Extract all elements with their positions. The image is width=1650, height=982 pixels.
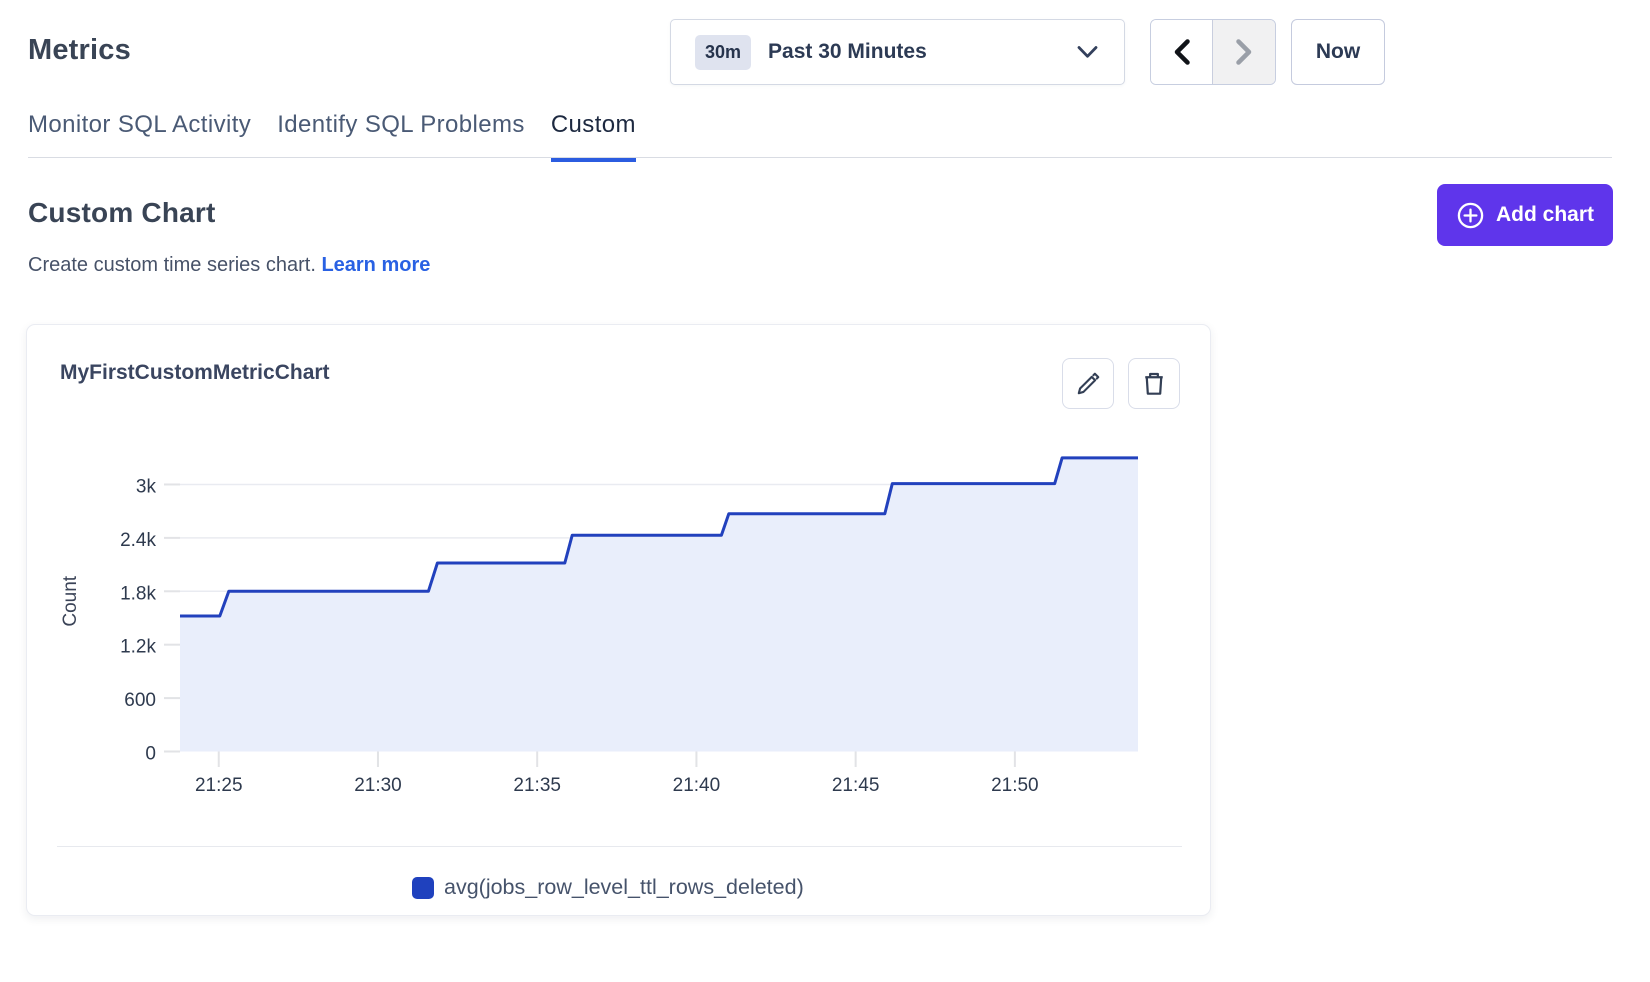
chevron-right-icon	[1236, 39, 1252, 65]
svg-text:21:35: 21:35	[513, 775, 561, 796]
learn-more-link[interactable]: Learn more	[321, 254, 430, 276]
tab-custom[interactable]: Custom	[551, 107, 636, 157]
page-title: Metrics	[28, 34, 131, 67]
svg-text:21:45: 21:45	[832, 775, 880, 796]
plus-circle-icon	[1456, 201, 1485, 230]
time-range-label: Past 30 Minutes	[768, 40, 927, 64]
svg-text:21:50: 21:50	[991, 775, 1039, 796]
legend-divider	[57, 846, 1182, 847]
now-button[interactable]: Now	[1291, 19, 1385, 85]
svg-text:Count: Count	[60, 575, 81, 626]
svg-text:21:40: 21:40	[673, 775, 721, 796]
custom-chart-card: MyFirstCustomMetricChart 0 600 1.2k 1.8k 2.4…	[26, 324, 1211, 916]
time-series-chart[interactable]: 0 600 1.2k 1.8k 2.4k 3k 21:25 21:30 21:35 21:40 21…	[27, 431, 1212, 801]
pencil-icon	[1074, 370, 1102, 398]
svg-text:1.2k: 1.2k	[120, 637, 156, 658]
legend-label: avg(jobs_row_level_ttl_rows_deleted)	[444, 875, 804, 900]
time-next-button[interactable]	[1213, 20, 1275, 84]
chart-legend: avg(jobs_row_level_ttl_rows_deleted)	[412, 875, 804, 900]
chevron-down-icon	[1077, 46, 1098, 59]
section-subtitle-text: Create custom time series chart.	[28, 254, 316, 276]
time-prev-button[interactable]	[1151, 20, 1213, 84]
svg-text:21:30: 21:30	[354, 775, 402, 796]
svg-text:1.8k: 1.8k	[120, 583, 156, 604]
add-chart-label: Add chart	[1496, 203, 1594, 227]
delete-chart-button[interactable]	[1128, 358, 1180, 409]
edit-chart-button[interactable]	[1062, 358, 1114, 409]
trash-icon	[1140, 370, 1168, 398]
legend-swatch	[412, 877, 434, 899]
time-range-badge: 30m	[695, 35, 751, 70]
svg-text:0: 0	[145, 744, 156, 765]
section-title: Custom Chart	[28, 197, 216, 229]
svg-text:600: 600	[124, 690, 156, 711]
add-chart-button[interactable]: Add chart	[1437, 184, 1613, 246]
svg-text:3k: 3k	[136, 476, 157, 497]
tab-identify-sql-problems[interactable]: Identify SQL Problems	[277, 107, 525, 157]
section-subtitle: Create custom time series chart. Learn m…	[28, 254, 430, 277]
tab-bar: Monitor SQL Activity Identify SQL Proble…	[28, 107, 1612, 158]
time-arrow-group	[1150, 19, 1276, 85]
svg-text:21:25: 21:25	[195, 775, 243, 796]
chart-title: MyFirstCustomMetricChart	[60, 361, 330, 385]
svg-text:2.4k: 2.4k	[120, 530, 156, 551]
chevron-left-icon	[1174, 39, 1190, 65]
tab-monitor-sql-activity[interactable]: Monitor SQL Activity	[28, 107, 251, 157]
time-range-dropdown[interactable]: 30m Past 30 Minutes	[670, 19, 1125, 85]
